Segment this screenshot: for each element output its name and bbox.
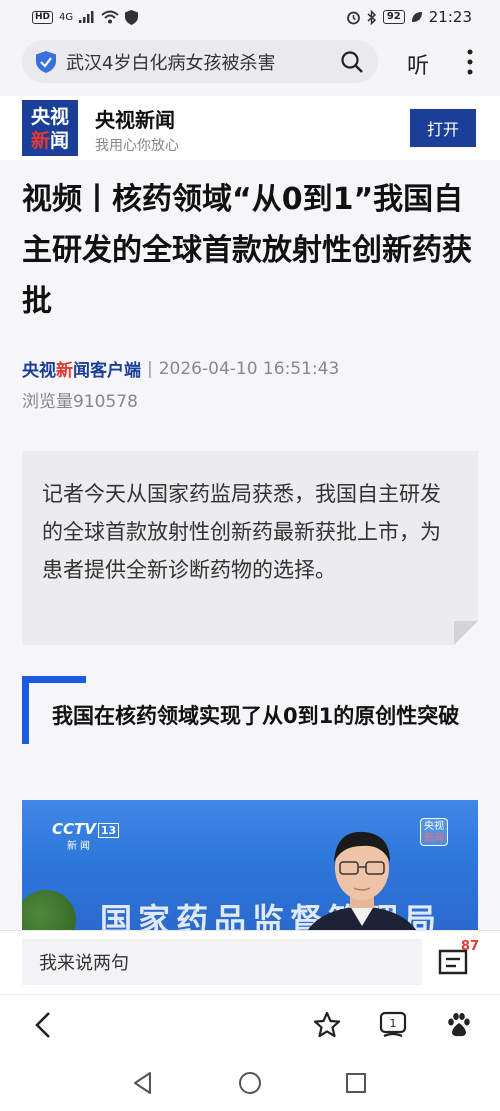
article-meta: 央视新闻客户端 | 2026-04-10 16:51:43 <box>22 356 340 382</box>
baidu-paw-icon <box>448 1013 470 1037</box>
comment-input[interactable]: 我来说两句 <box>22 939 422 985</box>
status-bar: HD 4G 92 21:23 <box>0 0 500 34</box>
comment-bar: 我来说两句 87 <box>0 930 500 994</box>
app-banner: 央视 新闻 央视新闻 我用心你放心 打开 <box>0 96 500 160</box>
more-menu-icon[interactable] <box>462 46 478 78</box>
logo-line2: 新闻 <box>22 129 78 153</box>
comment-count-badge: 87 <box>461 939 480 954</box>
app-slogan: 我用心你放心 <box>95 138 179 154</box>
section-heading: 我国在核药领域实现了从0到1的原创性突破 <box>22 676 478 776</box>
back-button[interactable] <box>28 1010 58 1040</box>
clock: 21:23 <box>428 8 472 26</box>
article-headline: 视频丨核药领域“从0到1”我国自主研发的全球首款放射性创新药获批 <box>22 182 472 319</box>
corner-logo-bottom: 新闻 <box>421 833 447 845</box>
source-part-c: 闻客户端 <box>73 361 141 381</box>
source-part-b: 新 <box>56 361 73 381</box>
search-box[interactable]: 武汉4岁白化病女孩被杀害 <box>22 40 378 83</box>
summary-fold-corner <box>454 621 478 645</box>
video-player[interactable]: CCTV 13 新闻 国家药品监督管理局 央视 新闻 <box>22 800 478 930</box>
article-datetime: 2026-04-10 16:51:43 <box>158 358 340 379</box>
meta-separator: | <box>147 358 153 379</box>
logo-char-red: 新 <box>30 130 50 152</box>
article-source[interactable]: 央视新闻客户端 <box>22 356 141 381</box>
signal-icon <box>79 11 94 23</box>
summary-text: 记者今天从国家药监局获悉，我国自主研发的全球首款放射性创新药最新获批上市，为患者… <box>42 482 441 582</box>
logo-line1: 央视 <box>30 106 69 128</box>
leaf-icon <box>411 12 422 22</box>
channel-subtitle: 新闻 <box>67 841 93 852</box>
system-recents-icon[interactable] <box>343 1070 369 1096</box>
corner-logo-top: 央视 <box>424 821 444 832</box>
system-back-icon[interactable] <box>130 1070 156 1096</box>
status-left: HD 4G <box>32 9 139 25</box>
back-icon <box>35 1012 50 1038</box>
open-app-button[interactable]: 打开 <box>410 109 476 147</box>
channel-number: 13 <box>97 823 120 838</box>
star-icon <box>313 1011 341 1038</box>
alarm-icon <box>346 11 360 24</box>
article-summary: 记者今天从国家药监局获悉，我国自主研发的全球首款放射性创新药最新获批上市，为患者… <box>22 451 478 645</box>
tabs-icon: 1 <box>379 1011 407 1038</box>
logo-char-white: 闻 <box>50 130 70 152</box>
view-count: 浏览量910578 <box>22 392 138 412</box>
wifi-icon <box>101 10 119 24</box>
cctv-text: CCTV <box>52 820 96 838</box>
battery-level: 92 <box>382 10 405 24</box>
search-query[interactable]: 武汉4岁白化病女孩被杀害 <box>66 49 340 75</box>
shield-status-icon <box>125 9 139 25</box>
hd-badge: HD <box>32 10 54 24</box>
app-name: 央视新闻 <box>95 108 175 132</box>
cctv-news-corner-logo: 央视 新闻 <box>420 818 448 846</box>
bluetooth-icon <box>367 9 376 25</box>
system-navigation-bar <box>0 1054 500 1111</box>
status-right: 92 21:23 <box>346 8 472 26</box>
tabs-button[interactable]: 1 <box>378 1010 408 1040</box>
favorite-button[interactable] <box>312 1010 342 1040</box>
search-row: 武汉4岁白化病女孩被杀害 听 <box>0 40 500 84</box>
cctv13-logo: CCTV 13 <box>52 820 120 838</box>
plant-decoration <box>22 890 76 930</box>
network-type: 4G <box>59 11 74 23</box>
search-icon[interactable] <box>340 50 364 74</box>
speaker-person-image <box>307 831 417 930</box>
system-home-icon[interactable] <box>237 1070 263 1096</box>
baidu-button[interactable] <box>444 1010 474 1040</box>
browser-toolbar: 1 <box>0 994 500 1054</box>
corner-logo-bottom-text: 新闻 <box>424 833 444 844</box>
article: 视频丨核药领域“从0到1”我国自主研发的全球首款放射性创新药获批 央视新闻客户端… <box>0 160 500 930</box>
tabs-count: 1 <box>390 1017 397 1030</box>
security-shield-icon <box>36 50 56 73</box>
listen-button[interactable]: 听 <box>407 48 429 80</box>
cctv-news-logo: 央视 新闻 <box>22 100 78 156</box>
section-title: 我国在核药领域实现了从0到1的原创性突破 <box>52 704 460 728</box>
source-part-a: 央视 <box>22 361 56 381</box>
